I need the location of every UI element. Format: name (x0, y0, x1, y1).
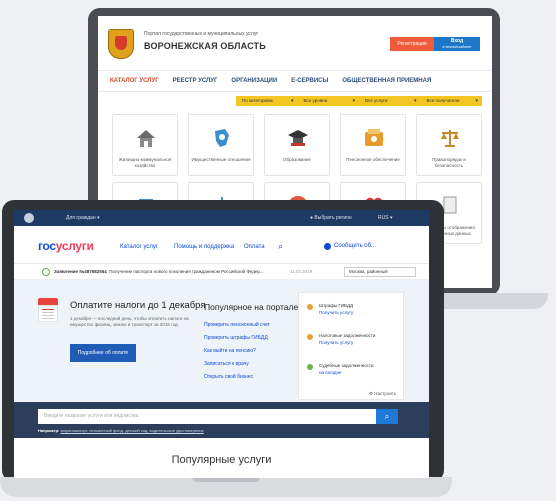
top-bar: Для граждан ▾ ● Выбрать регион RUS ▾ (14, 210, 429, 226)
popular-link-doctor[interactable]: Записаться к врачу (204, 361, 249, 367)
personal-widget: Штрафы ГИБДД Получить услугу Налоговые з… (298, 292, 404, 400)
coat-of-arms-icon (108, 29, 134, 59)
nav-service-catalog[interactable]: Каталог услуг (120, 244, 158, 250)
logo-part-2: услуги (55, 239, 94, 253)
house-icon (137, 130, 155, 147)
widget-title: Штрафы ГИБДД (319, 303, 354, 308)
popular-link-retire[interactable]: Как выйти на пенсию? (204, 348, 256, 354)
audience-label: Для граждан (66, 215, 96, 221)
pension-icon (365, 129, 383, 146)
application-notice: Заявление №487682564 Получение паспорта … (14, 264, 429, 280)
graduation-cap-icon (288, 130, 308, 146)
sober-icon (324, 243, 331, 250)
examples-label: Например: (38, 428, 60, 433)
notice-text[interactable]: Заявление №487682564 Получение паспорта … (54, 269, 264, 274)
language-label: RUS (378, 215, 389, 221)
status-dot-icon (307, 364, 313, 370)
filter-level[interactable]: Все уровни (298, 96, 360, 106)
filter-recipients[interactable]: Все получатели (421, 96, 483, 106)
tile-label: Имущественные отношения (191, 157, 251, 162)
emblem-icon (24, 213, 34, 223)
popular-link-pension[interactable]: Проверить пенсионный счет (204, 322, 270, 328)
report-link[interactable]: Сообщить об... (334, 243, 376, 249)
widget-settings[interactable]: ⚙ Настроить (369, 391, 396, 397)
tile-pension[interactable]: Пенсионное обеспечение (340, 114, 406, 176)
filter-services[interactable]: Все услуги (359, 96, 421, 106)
status-check-icon (42, 268, 50, 276)
login-button[interactable]: Вход в личный кабинет (434, 37, 480, 51)
popular-link-business[interactable]: Открыть свой бизнес (204, 374, 253, 380)
audience-select[interactable]: Для граждан ▾ (66, 215, 100, 221)
language-select[interactable]: RUS ▾ (378, 215, 392, 221)
scales-icon (441, 130, 459, 147)
notice-date: 11.03.2019 (290, 269, 313, 274)
location-select[interactable]: Москва, районный (344, 267, 416, 277)
nav-registry[interactable]: РЕЕСТР УСЛУГ (173, 78, 218, 84)
region-title: ВОРОНЕЖСКАЯ ОБЛАСТЬ (144, 41, 266, 51)
status-dot-icon (307, 334, 313, 340)
notice-number: Заявление №487682564 (54, 269, 107, 274)
logo-part-1: гос (38, 239, 56, 253)
tile-housing[interactable]: Жилищно-коммунальное хозяйство (112, 114, 178, 176)
popular-link-fines[interactable]: Проверить штрафы ГИБДД (204, 335, 268, 341)
service-search-input[interactable]: Введите название услуги или ведомства (38, 409, 376, 424)
pay-details-button[interactable]: Подробнее об оплате (70, 344, 136, 362)
catalog-filters: По категориям Все уровни Все услуги Все … (236, 96, 482, 106)
tile-label: Жилищно-коммунальное хозяйство (118, 157, 172, 168)
portal-popular-title: Популярное на портале (204, 302, 299, 312)
notice-description: Получение паспорта нового поколения граж… (109, 269, 264, 274)
login-sublabel: в личный кабинет (442, 45, 472, 49)
region-select[interactable]: ● Выбрать регион (310, 215, 352, 221)
hero-section: Оплатите налоги до 1 декабря 1 декабря —… (14, 280, 429, 402)
search-examples: Например: загранпаспорт, пенсионный фонд… (38, 428, 204, 433)
nav-help[interactable]: Помощь и поддержка (174, 244, 234, 250)
register-button[interactable]: Регистрация (390, 37, 434, 51)
tile-property[interactable]: Имущественные отношения (188, 114, 254, 176)
nav-payment[interactable]: Оплата (244, 244, 265, 250)
widget-sub: на сегодня (319, 370, 342, 375)
nav-e-services[interactable]: Е-СЕРВИСЫ (291, 78, 328, 84)
widget-sub: Получить услугу (319, 310, 354, 315)
regional-nav: КАТАЛОГ УСЛУГ РЕЕСТР УСЛУГ ОРГАНИЗАЦИИ Е… (98, 70, 492, 92)
portal-caption: Портал государственных и муниципальных у… (144, 31, 259, 37)
widget-sub: Получить услугу (319, 340, 354, 345)
region-select-label: Выбрать регион (314, 215, 352, 221)
login-label: Вход (450, 38, 464, 44)
main-header: госуслуги Каталог услуг Помощь и поддерж… (14, 226, 429, 264)
tax-description: 1 декабря — последний день, чтобы оплати… (70, 316, 189, 327)
status-dot-icon (307, 304, 313, 310)
tile-education[interactable]: Образование (264, 114, 330, 176)
nav-public-reception[interactable]: ОБЩЕСТВЕННАЯ ПРИЕМНАЯ (342, 78, 431, 84)
widget-title: Судебные задолженности (319, 363, 374, 368)
tax-title: Оплатите налоги до 1 декабря (70, 300, 206, 311)
widget-title: Налоговые задолженности (319, 333, 376, 338)
search-icon[interactable]: ⌕ (278, 241, 290, 253)
nav-catalog[interactable]: КАТАЛОГ УСЛУГ (110, 78, 159, 84)
gosuslugi-logo[interactable]: госуслуги (38, 239, 94, 253)
tile-label: Правопорядок и безопасность (432, 157, 466, 168)
tile-label: Пенсионное обеспечение (346, 157, 400, 162)
filter-category[interactable]: По категориям (236, 96, 298, 106)
examples-links[interactable]: загранпаспорт, пенсионный фонд, детский … (61, 428, 204, 433)
popular-services-heading: Популярные услуги (171, 454, 272, 466)
tile-law-order[interactable]: Правопорядок и безопасность (416, 114, 482, 176)
tile-label: Образование (283, 157, 311, 162)
calendar-icon (38, 298, 58, 322)
search-button[interactable]: ⌕ (376, 409, 398, 424)
search-band: Введите название услуги или ведомства ⌕ … (14, 402, 429, 438)
gosuslugi-screen: Для граждан ▾ ● Выбрать регион RUS ▾ гос… (14, 210, 429, 478)
settings-label: Настроить (374, 391, 397, 396)
map-pin-icon (215, 129, 229, 147)
nav-organizations[interactable]: ОРГАНИЗАЦИИ (231, 78, 277, 84)
